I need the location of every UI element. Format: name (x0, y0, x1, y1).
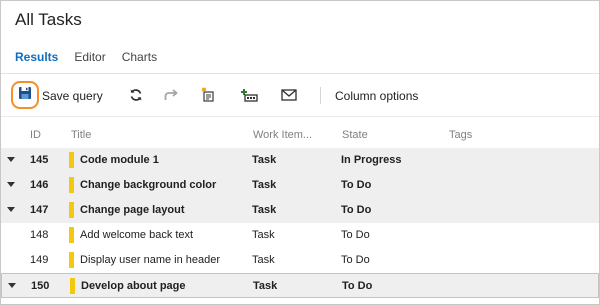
toolbar-divider (1, 116, 599, 117)
column-options-button[interactable]: Column options (335, 89, 418, 103)
save-icon (18, 86, 32, 105)
results-grid: ID Title Work Item... State Tags 145 Cod… (1, 124, 599, 298)
cell-title[interactable]: Develop about page (81, 280, 186, 292)
table-row[interactable]: 149 Display user name in header Task To … (1, 248, 599, 273)
cell-work-item-type: Task (252, 204, 277, 216)
add-task-icon[interactable] (240, 87, 258, 103)
cell-work-item-type: Task (252, 154, 277, 166)
table-row[interactable]: 146 Change background color Task To Do (1, 173, 599, 198)
header-title[interactable]: Title (71, 129, 91, 141)
cell-title[interactable]: Change page layout (80, 204, 185, 216)
cell-state: To Do (342, 280, 373, 292)
cell-id: 148 (30, 229, 49, 241)
table-row[interactable]: 148 Add welcome back text Task To Do (1, 223, 599, 248)
table-row[interactable]: 147 Change page layout Task To Do (1, 198, 599, 223)
cell-id: 146 (30, 179, 49, 191)
header-state[interactable]: State (342, 129, 368, 141)
cell-state: To Do (341, 254, 370, 266)
header-work-item-type[interactable]: Work Item... (253, 129, 312, 141)
header-id[interactable]: ID (30, 129, 41, 141)
tab-editor[interactable]: Editor (74, 50, 105, 66)
header-tags[interactable]: Tags (449, 129, 472, 141)
work-item-color-bar (69, 202, 74, 218)
cell-work-item-type: Task (252, 254, 275, 266)
work-item-color-bar (70, 278, 75, 294)
cell-id: 149 (30, 254, 49, 266)
redo-icon[interactable] (162, 87, 180, 103)
tab-charts[interactable]: Charts (122, 50, 157, 66)
cell-id: 145 (30, 154, 49, 166)
cell-title[interactable]: Display user name in header (80, 254, 220, 266)
cell-id: 150 (31, 280, 50, 292)
save-query-button[interactable] (11, 81, 39, 109)
tab-bar: Results Editor Charts (15, 50, 157, 66)
email-icon[interactable] (280, 87, 298, 103)
cell-state: In Progress (341, 154, 402, 166)
grid-header-row: ID Title Work Item... State Tags (1, 124, 599, 149)
cell-work-item-type: Task (252, 179, 277, 191)
work-item-color-bar (69, 252, 74, 268)
expand-toggle[interactable] (7, 157, 15, 162)
cell-state: To Do (341, 179, 372, 191)
cell-id: 147 (30, 204, 49, 216)
work-item-color-bar (69, 177, 74, 193)
cell-work-item-type: Task (252, 229, 275, 241)
table-row[interactable]: 145 Code module 1 Task In Progress (1, 148, 599, 173)
table-row[interactable]: 150 Develop about page Task To Do (1, 273, 599, 298)
work-item-color-bar (69, 227, 74, 243)
toolbar: Save query Column options (8, 80, 598, 110)
save-query-label[interactable]: Save query (42, 89, 103, 103)
cell-title[interactable]: Code module 1 (80, 154, 159, 166)
tab-results[interactable]: Results (15, 50, 58, 66)
expand-toggle[interactable] (8, 283, 16, 288)
new-workitem-icon[interactable] (199, 87, 217, 103)
refresh-icon[interactable] (127, 87, 145, 103)
work-item-color-bar (69, 152, 74, 168)
cell-title[interactable]: Change background color (80, 179, 216, 191)
cell-work-item-type: Task (253, 280, 278, 292)
cell-title[interactable]: Add welcome back text (80, 229, 193, 241)
toolbar-separator (320, 87, 321, 104)
page-title: All Tasks (15, 10, 82, 29)
cell-state: To Do (341, 229, 370, 241)
expand-toggle[interactable] (7, 207, 15, 212)
cell-state: To Do (341, 204, 372, 216)
tab-divider (1, 73, 599, 74)
expand-toggle[interactable] (7, 182, 15, 187)
